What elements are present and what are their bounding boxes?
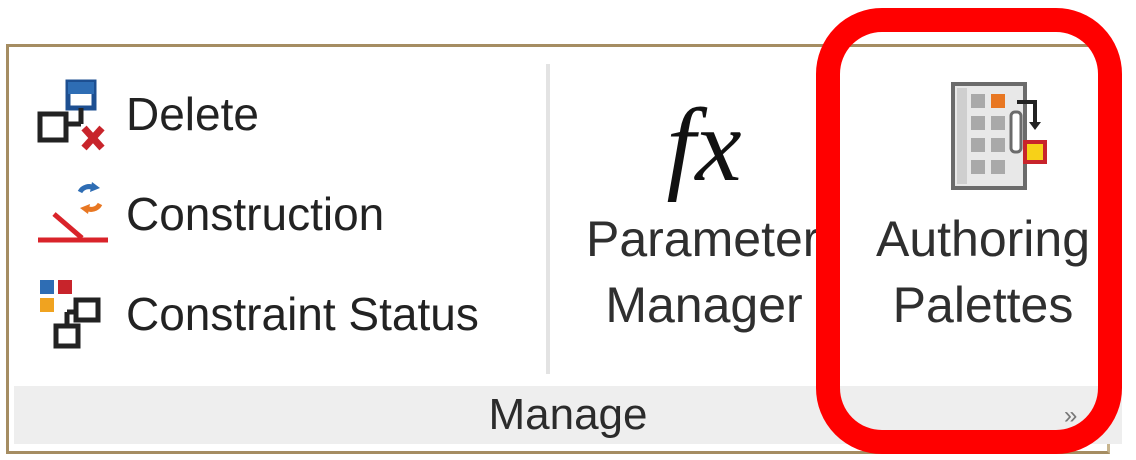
constraint-status-label: Constraint Status	[126, 288, 479, 340]
panel-title: Manage	[488, 390, 648, 439]
delete-label: Delete	[126, 88, 259, 140]
parameters-manager-line2: Manager	[605, 277, 803, 333]
construction-label: Construction	[126, 188, 385, 240]
constraint-status-icon	[34, 274, 114, 354]
dialog-launcher-icon[interactable]: »	[1064, 402, 1077, 430]
authoring-palettes-line2: Palettes	[892, 277, 1074, 333]
authoring-palettes-button[interactable]: Authoring Palettes	[848, 66, 1118, 366]
function-fx-icon: fx	[666, 88, 742, 203]
parameters-manager-line1: Parameters	[586, 211, 822, 267]
authoring-palettes-line1: Authoring	[875, 211, 1091, 267]
group-separator	[546, 64, 550, 374]
authoring-palettes-icon	[913, 66, 1053, 206]
constraint-status-button[interactable]: Constraint Status	[34, 274, 479, 354]
construction-geometry-icon	[34, 174, 114, 254]
delete-constraint-icon	[34, 74, 114, 154]
construction-button[interactable]: Construction	[34, 174, 384, 254]
delete-button[interactable]: Delete	[34, 74, 259, 154]
parameters-manager-button[interactable]: fx Parameters Manager	[586, 66, 822, 366]
